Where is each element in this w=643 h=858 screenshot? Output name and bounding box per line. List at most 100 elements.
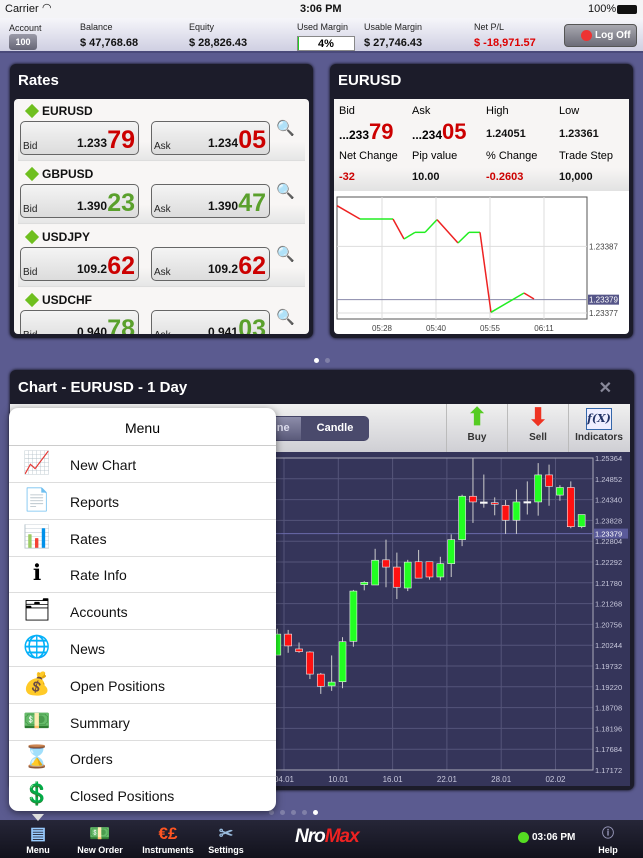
sell-button[interactable]: ⬇ Sell bbox=[507, 404, 568, 454]
close-icon[interactable]: ✕ bbox=[599, 378, 612, 398]
page-indicator-top[interactable] bbox=[0, 350, 643, 368]
accounts-icon: 🗂 bbox=[23, 597, 51, 623]
clock: 3:06 PM bbox=[300, 3, 342, 15]
status-diamond-icon bbox=[24, 103, 40, 119]
bid-label: Bid bbox=[23, 204, 38, 215]
used-margin-bar: 4% bbox=[297, 36, 355, 51]
bid-pips: 62 bbox=[107, 252, 135, 280]
menu-item-label: Rates bbox=[70, 530, 107, 547]
y-tick-label: 1.20244 bbox=[595, 641, 622, 650]
tab-menu[interactable]: ▤ Menu bbox=[22, 824, 54, 855]
rate-info-magnifier-icon[interactable]: 🔍 bbox=[276, 182, 295, 200]
battery-icon bbox=[617, 5, 637, 14]
symbol: USDCHF bbox=[42, 293, 92, 307]
tab-instruments-label: Instruments bbox=[142, 845, 194, 855]
y-tick-label: 1.23828 bbox=[595, 516, 622, 525]
candle-body bbox=[534, 474, 542, 503]
menu-icon: ▤ bbox=[29, 824, 47, 843]
candle-button[interactable]: Candle bbox=[301, 417, 369, 440]
status-diamond-icon bbox=[24, 229, 40, 245]
ask-label: Ask bbox=[154, 267, 171, 278]
ask-pips: 62 bbox=[238, 252, 266, 280]
menu-popover: Menu 📈 New Chart 📄 Reports 📊 Rates ℹ Rate Info 🗂… bbox=[9, 408, 276, 811]
menu-item[interactable]: 🗂 Accounts bbox=[9, 593, 276, 631]
candle-body bbox=[545, 474, 553, 487]
low-label: Low bbox=[559, 105, 580, 117]
new-chart-icon: 📈 bbox=[23, 450, 51, 475]
current-price-label: 1.23379 bbox=[595, 530, 622, 539]
bid-label: Bid bbox=[339, 105, 355, 117]
menu-item[interactable]: 📊 Rates bbox=[9, 520, 276, 557]
menu-item-label: Open Positions bbox=[70, 677, 165, 694]
rate-row[interactable]: USDCHF Bid 0.94078 Ask 0.94103 🔍 bbox=[18, 288, 305, 334]
menu-item-label: Closed Positions bbox=[70, 788, 175, 805]
account-button[interactable]: 100 bbox=[9, 34, 37, 50]
buy-button[interactable]: ⬆ Buy bbox=[446, 404, 507, 454]
reports-icon: 📄 bbox=[23, 486, 51, 512]
candle-body bbox=[414, 561, 423, 579]
y-tick-label: 1.18196 bbox=[595, 724, 622, 733]
menu-item[interactable]: 📈 New Chart bbox=[9, 446, 276, 483]
candle-body bbox=[577, 514, 586, 528]
ask-button[interactable]: Ask 1.390 47 bbox=[151, 184, 270, 218]
tab-instruments[interactable]: €£ Instruments bbox=[140, 824, 196, 855]
y-tick-label: 1.24340 bbox=[595, 496, 622, 505]
ask-button[interactable]: Ask 1.234 05 bbox=[151, 121, 270, 155]
menu-item[interactable]: ℹ Rate Info bbox=[9, 556, 276, 594]
usable-margin-value: $ 27,746.43 bbox=[364, 37, 423, 49]
x-tick-label: 05:40 bbox=[426, 324, 447, 333]
menu-item-label: News bbox=[70, 641, 106, 657]
closed-positions-icon: 💲 bbox=[23, 781, 51, 807]
bid-label: Bid bbox=[23, 141, 38, 152]
candle-body bbox=[360, 582, 369, 585]
rate-info-magnifier-icon[interactable]: 🔍 bbox=[276, 245, 295, 263]
logoff-button[interactable]: Log Off bbox=[564, 24, 637, 47]
rate-info-magnifier-icon[interactable]: 🔍 bbox=[276, 119, 295, 137]
ask-label: Ask bbox=[412, 105, 431, 117]
tab-new-order[interactable]: 💵 New Order bbox=[74, 824, 126, 855]
y-tick-label: 1.23377 bbox=[589, 309, 618, 318]
status-diamond-icon bbox=[24, 292, 40, 308]
ask-prefix: 1.234 bbox=[207, 136, 238, 150]
rate-info-magnifier-icon[interactable]: 🔍 bbox=[276, 308, 295, 326]
low-value: 1.23361 bbox=[559, 128, 599, 140]
tab-help-label: Help bbox=[598, 845, 618, 855]
menu-item[interactable]: ⌛ Orders bbox=[9, 740, 276, 778]
bid-button[interactable]: Bid 0.94078 bbox=[20, 310, 139, 334]
bid-label: Bid bbox=[23, 267, 38, 278]
x-tick-label: 04.01 bbox=[274, 775, 295, 784]
nromax-logo: NroMax bbox=[295, 826, 360, 847]
menu-item[interactable]: 💵 Summary bbox=[9, 704, 276, 741]
menu-item[interactable]: 📄 Reports bbox=[9, 483, 276, 520]
y-tick-label: 1.22292 bbox=[595, 558, 622, 567]
candle-body bbox=[327, 681, 336, 687]
rate-row[interactable]: EURUSD Bid 1.233 79 Ask 1.234 05 🔍 bbox=[18, 99, 305, 161]
bid-button[interactable]: Bid 1.390 23 bbox=[20, 184, 139, 218]
menu-item[interactable]: 💲 Closed Positions bbox=[9, 777, 276, 814]
tab-help[interactable]: ⓘ Help bbox=[594, 824, 622, 855]
bid-prefix: ...233 bbox=[339, 128, 370, 142]
sell-arrow-icon: ⬇ bbox=[527, 404, 549, 431]
step-value: 10,000 bbox=[559, 171, 593, 183]
rate-row[interactable]: USDJPY Bid 109.2 62 Ask 109.2 62 🔍 bbox=[18, 225, 305, 287]
power-icon bbox=[581, 30, 592, 41]
bid-button[interactable]: Bid 109.2 62 bbox=[20, 247, 139, 281]
indicators-button[interactable]: f(X) Indicators bbox=[568, 404, 629, 454]
mini-line-chart: 05:28 05:40 05:55 06:11 1.23387 1.23377 1.2337… bbox=[336, 196, 619, 333]
tab-settings[interactable]: ✂ Settings bbox=[204, 824, 248, 855]
x-tick-label: 28.01 bbox=[491, 775, 512, 784]
symbol: USDJPY bbox=[42, 230, 91, 244]
menu-item[interactable]: 💰 Open Positions bbox=[9, 667, 276, 704]
candle-body bbox=[480, 501, 488, 504]
server-time: 03:06 PM bbox=[532, 832, 576, 843]
candle-body bbox=[316, 673, 325, 687]
wifi-icon: ◠ bbox=[42, 2, 52, 14]
ask-button[interactable]: Ask 109.2 62 bbox=[151, 247, 270, 281]
rate-info-icon: ℹ bbox=[32, 560, 42, 586]
detail-stats: Bid Ask High Low ...23379 ...23405 1.240… bbox=[334, 99, 629, 191]
rates-icon: 📊 bbox=[23, 523, 51, 549]
rate-row[interactable]: GBPUSD Bid 1.390 23 Ask 1.390 47 🔍 bbox=[18, 162, 305, 224]
ask-button[interactable]: Ask 0.94103 bbox=[151, 310, 270, 334]
bid-button[interactable]: Bid 1.233 79 bbox=[20, 121, 139, 155]
menu-item[interactable]: 🌐 News bbox=[9, 630, 276, 667]
